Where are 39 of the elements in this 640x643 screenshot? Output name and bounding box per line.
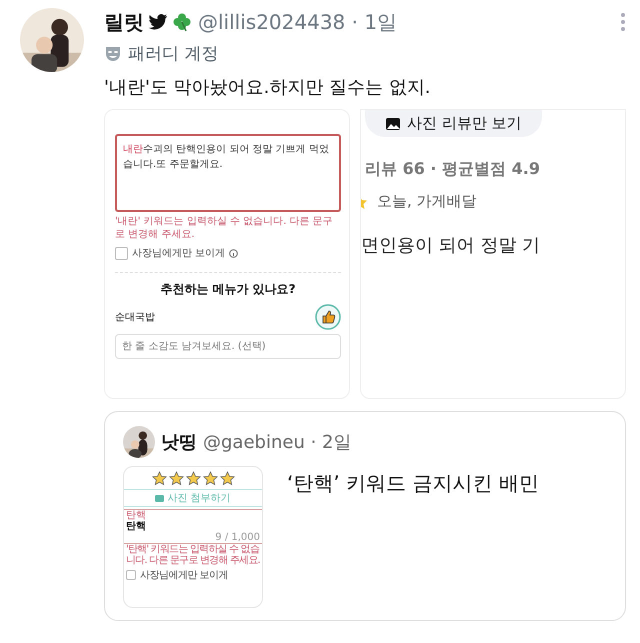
checkbox[interactable] xyxy=(115,246,128,260)
bird-icon xyxy=(148,13,168,31)
checkbox-label: 사장님에게만 보이게 xyxy=(132,247,226,260)
info-icon xyxy=(229,248,238,258)
clover-icon xyxy=(172,12,192,32)
author-handle[interactable]: @lillis2024438 · 1일 xyxy=(198,8,398,36)
character-counter: 9 / 1,000 xyxy=(124,532,262,544)
quoted-tweet[interactable]: 낫띵 @gaebineu · 2일 사진 첨부하기 탄핵 탄핵 9 / 1,000 '탄핵' 키워드는 입력하실 수 없습니다. 다른 문구로 변경해 주세요. 사장님에게만 보이게 ‘탄핵’ 키워드 금지시킨 배민 xyxy=(104,411,626,621)
photo-review-button[interactable]: 사진 리뷰만 보기 xyxy=(365,110,542,137)
tweet-text: '내란'도 막아놨어요.하지만 질수는 없지. xyxy=(104,76,432,99)
star-icon xyxy=(186,471,200,486)
photo-icon xyxy=(385,116,401,130)
star-icon xyxy=(152,471,166,486)
review-stats: 리뷰 66 · 평균별점 4.9 xyxy=(365,159,541,180)
parody-label: 패러디 계정 xyxy=(128,43,218,65)
menu-name: 순대국밥 xyxy=(115,311,155,324)
error-message: '내란' 키워드는 입력하실 수 없습니다. 다른 문구로 변경해 주세요. xyxy=(115,216,334,241)
comment-field[interactable]: 한 줄 소감도 남겨보세요. (선택) xyxy=(115,334,341,359)
checkbox-label: 사장님에게만 보이게 xyxy=(140,569,228,582)
thumbs-up-icon[interactable] xyxy=(315,304,341,330)
star-icon xyxy=(168,471,184,486)
button-label: 사진 리뷰만 보기 xyxy=(407,114,522,133)
star-icon xyxy=(220,471,234,486)
checkbox[interactable] xyxy=(126,570,136,580)
review-date: 오늘, 가게배달 xyxy=(377,192,477,211)
section-heading: 추천하는 메뉴가 있나요? xyxy=(159,281,297,298)
author-name: 낫띵 xyxy=(161,431,197,454)
author-name: 릴릿 xyxy=(104,8,144,36)
review-excerpt: 면인용이 되어 정말 기 xyxy=(361,234,542,257)
quote-text: ‘탄핵’ 키워드 금지시킨 배민 xyxy=(287,470,539,497)
button-label: 사진 첨부하기 xyxy=(167,492,231,505)
field-label: 탄핵 xyxy=(124,509,262,521)
author-handle[interactable]: @gaebineu · 2일 xyxy=(203,430,352,454)
mask-icon xyxy=(104,44,122,62)
error-message: '탄핵' 키워드는 입력하실 수 없습니다. 다른 문구로 변경해 주세요. xyxy=(125,544,261,567)
field-value: 탄핵 xyxy=(125,521,147,532)
review-text-area[interactable]: 내란수괴의 탄핵인용이 되어 정말 기쁘게 먹었습니다.또 주문할게요. xyxy=(115,134,341,212)
more-icon[interactable] xyxy=(620,12,626,32)
star-icon xyxy=(202,471,218,486)
